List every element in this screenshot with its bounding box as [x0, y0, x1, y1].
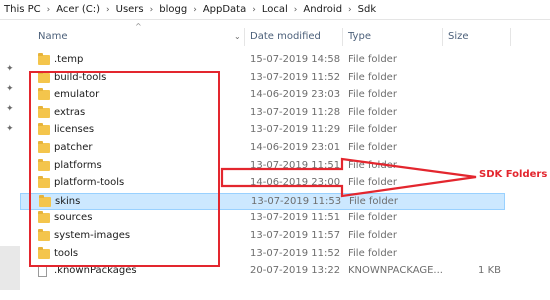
column-header-size[interactable]: Size	[448, 26, 469, 48]
file-date-modified: 14-06-2019 23:00	[250, 177, 341, 189]
column-header-name[interactable]: Name	[38, 26, 68, 48]
file-date-modified: 20-07-2019 13:22	[250, 265, 341, 277]
sort-up-icon: ^	[135, 22, 142, 31]
file-type: File folder	[348, 177, 397, 189]
file-type: File folder	[348, 71, 397, 83]
file-type: File folder	[348, 230, 397, 241]
chevron-right-icon[interactable]: ›	[252, 5, 256, 15]
file-type: KNOWNPACKAGE...	[348, 265, 443, 277]
file-type: File folder	[348, 142, 397, 153]
file-name: .temp	[54, 54, 84, 65]
file-type: File folder	[348, 212, 397, 224]
chevron-right-icon[interactable]: ›	[193, 5, 197, 15]
file-date-modified: 13-07-2019 11:52	[250, 247, 341, 259]
breadcrumb-item[interactable]: Android	[303, 4, 342, 15]
breadcrumb-item[interactable]: This PC	[4, 4, 41, 15]
breadcrumb-item[interactable]: AppData	[203, 4, 246, 15]
pin-icon[interactable]: ✦	[6, 64, 14, 74]
file-row[interactable]: .temp 15-07-2019 14:58 File folder	[20, 52, 505, 69]
file-date-modified: 14-06-2019 23:01	[250, 142, 341, 153]
column-divider[interactable]	[244, 28, 245, 46]
file-type: File folder	[349, 195, 398, 207]
file-size: 1 KB	[478, 265, 501, 277]
file-date-modified: 13-07-2019 11:51	[250, 212, 341, 224]
column-header-row: ^ Name ⌄ Date modified Type Size	[20, 22, 515, 48]
file-type: File folder	[348, 159, 397, 171]
chevron-right-icon[interactable]: ›	[47, 5, 51, 15]
breadcrumb-item[interactable]: Users	[116, 4, 144, 15]
file-date-modified: 13-07-2019 11:52	[250, 71, 341, 83]
file-type: File folder	[348, 89, 397, 101]
chevron-right-icon[interactable]: ›	[348, 5, 352, 15]
file-icon	[38, 266, 47, 278]
file-date-modified: 13-07-2019 11:29	[250, 124, 341, 136]
column-divider[interactable]	[442, 28, 443, 46]
file-date-modified: 13-07-2019 11:53	[251, 195, 342, 207]
pin-icon[interactable]: ✦	[6, 124, 14, 134]
navigation-scroll-region[interactable]	[0, 246, 20, 290]
file-type: File folder	[348, 106, 397, 118]
column-header-type[interactable]: Type	[348, 26, 371, 48]
pin-icon[interactable]: ✦	[6, 104, 14, 114]
column-divider[interactable]	[510, 28, 511, 46]
chevron-right-icon[interactable]: ›	[106, 5, 110, 15]
file-type: File folder	[348, 124, 397, 136]
breadcrumb: This PC › Acer (C:) › Users › blogg › AppData › Lo…	[0, 0, 550, 20]
breadcrumb-item[interactable]: Acer (C:)	[56, 4, 100, 15]
pin-icon[interactable]: ✦	[6, 84, 14, 94]
breadcrumb-item[interactable]: blogg	[159, 4, 187, 15]
chevron-down-icon[interactable]: ⌄	[234, 32, 241, 41]
file-date-modified: 14-06-2019 23:03	[250, 89, 341, 101]
file-type: File folder	[348, 54, 397, 65]
navigation-pane: ✦ ✦ ✦ ✦	[0, 20, 20, 300]
file-date-modified: 13-07-2019 11:51	[250, 159, 341, 171]
file-date-modified: 13-07-2019 11:57	[250, 230, 341, 241]
column-divider[interactable]	[342, 28, 343, 46]
file-date-modified: 13-07-2019 11:28	[250, 106, 341, 118]
column-header-date-modified[interactable]: Date modified	[250, 26, 321, 48]
chevron-right-icon[interactable]: ›	[294, 5, 298, 15]
chevron-right-icon[interactable]: ›	[150, 5, 154, 15]
breadcrumb-item[interactable]: Sdk	[358, 4, 377, 15]
breadcrumb-item[interactable]: Local	[262, 4, 288, 15]
file-date-modified: 15-07-2019 14:58	[250, 54, 341, 65]
folder-icon	[38, 53, 50, 65]
annotation-highlight-box	[29, 71, 220, 267]
file-type: File folder	[348, 247, 397, 259]
annotation-label: SDK Folders	[479, 169, 548, 180]
